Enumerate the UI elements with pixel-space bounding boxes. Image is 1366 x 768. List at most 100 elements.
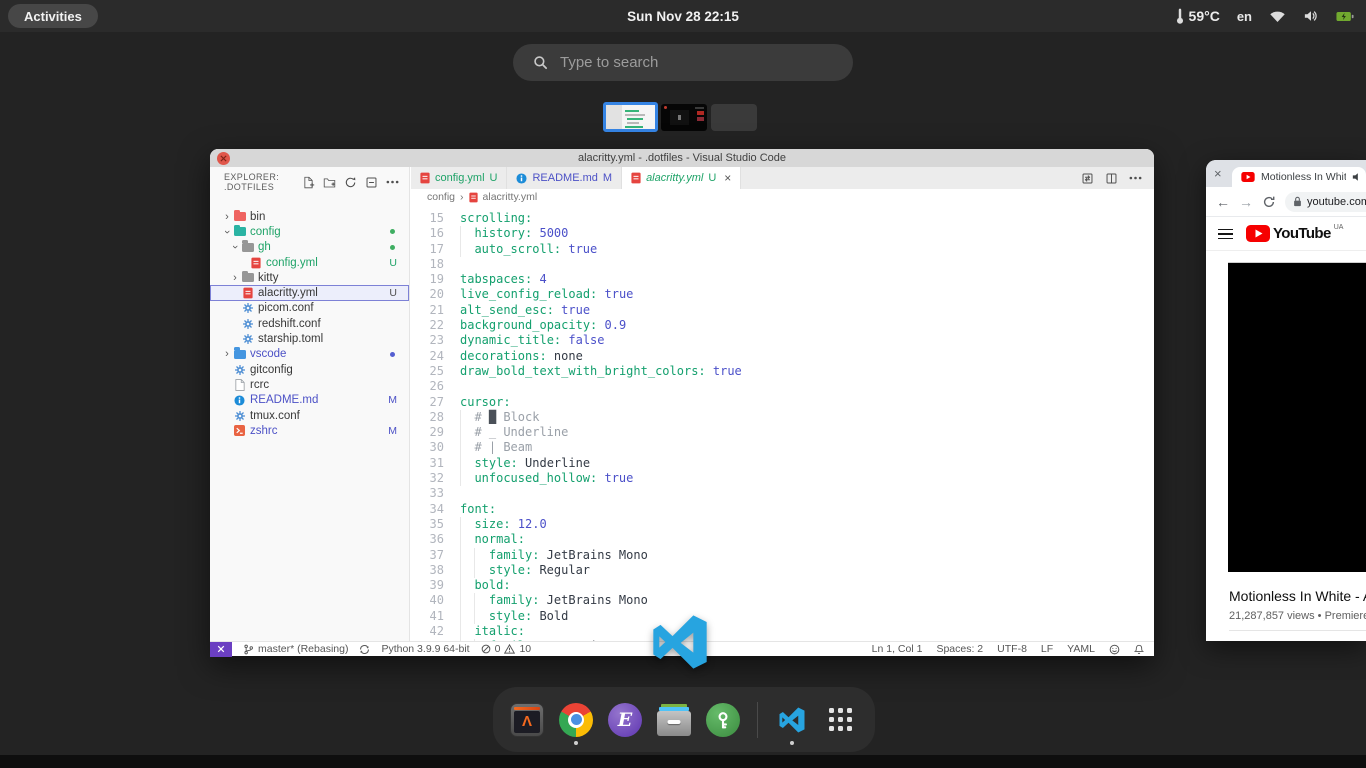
remote-indicator[interactable] [210, 642, 232, 657]
code-line-30[interactable]: 30# | Beam [411, 440, 1154, 455]
battery-charging-icon[interactable] [1336, 11, 1354, 22]
dock-item-alacritty[interactable]: Λ [509, 692, 545, 748]
tree-item-gitconfig[interactable]: gitconfig [210, 362, 409, 377]
editor-tab-config.yml[interactable]: config.ymlU [411, 167, 507, 189]
tree-item-gh[interactable]: ›gh [210, 240, 409, 255]
dock-item-files[interactable] [656, 692, 692, 748]
code-line-36[interactable]: 36normal: [411, 532, 1154, 547]
code-editor[interactable]: 15scrolling:16history: 500017auto_scroll… [411, 205, 1154, 641]
cursor-position[interactable]: Ln 1, Col 1 [872, 643, 923, 655]
breadcrumb-file[interactable]: alacritty.yml [483, 191, 538, 203]
code-line-34[interactable]: 34font: [411, 502, 1154, 517]
refresh-icon[interactable] [344, 176, 357, 189]
workspace-thumbnail-2[interactable] [661, 104, 707, 131]
tree-item-zshrc[interactable]: zshrcM [210, 423, 409, 438]
code-line-15[interactable]: 15scrolling: [411, 211, 1154, 226]
system-tray[interactable]: 59°C en [1176, 0, 1354, 32]
code-line-24[interactable]: 24decorations: none [411, 349, 1154, 364]
tree-item-kitty[interactable]: ›kitty [210, 270, 409, 285]
code-line-20[interactable]: 20live_config_reload: true [411, 287, 1154, 302]
indentation-setting[interactable]: Spaces: 2 [936, 643, 983, 655]
code-line-17[interactable]: 17auto_scroll: true [411, 242, 1154, 257]
code-line-41[interactable]: 41style: Bold [411, 609, 1154, 624]
tree-item-config[interactable]: ›config [210, 224, 409, 239]
youtube-logo[interactable]: YouTube UA [1246, 225, 1343, 243]
tab-audio-icon[interactable] [1352, 172, 1362, 182]
search-input[interactable]: Type to search [513, 44, 853, 81]
code-line-16[interactable]: 16history: 5000 [411, 226, 1154, 241]
dock-item-keepassxc[interactable] [705, 692, 741, 748]
tree-item-README.md[interactable]: README.mdM [210, 393, 409, 408]
editor-tab-alacritty.yml[interactable]: alacritty.ymlU× [622, 167, 741, 189]
tree-item-config.yml[interactable]: config.ymlU [210, 255, 409, 270]
code-line-35[interactable]: 35size: 12.0 [411, 517, 1154, 532]
chevron-right-icon[interactable]: › [222, 212, 232, 222]
vscode-titlebar[interactable]: alacritty.yml - .dotfiles - Visual Studi… [210, 149, 1154, 167]
code-line-42[interactable]: 42italic: [411, 624, 1154, 639]
tree-item-bin[interactable]: ›bin [210, 209, 409, 224]
encoding-setting[interactable]: UTF-8 [997, 643, 1027, 655]
tree-item-rcrc[interactable]: rcrc [210, 377, 409, 392]
reload-button[interactable] [1262, 195, 1276, 209]
code-line-26[interactable]: 26 [411, 379, 1154, 394]
git-branch-status[interactable]: master* (Rebasing) [243, 643, 348, 655]
code-line-23[interactable]: 23dynamic_title: false [411, 333, 1154, 348]
back-button[interactable]: ← [1216, 194, 1230, 210]
video-player[interactable] [1228, 262, 1366, 572]
chevron-right-icon[interactable]: › [230, 273, 240, 283]
code-line-29[interactable]: 29# _ Underline [411, 425, 1154, 440]
address-bar[interactable]: youtube.com/wa [1285, 192, 1366, 212]
background-tab-close-icon[interactable]: × [1214, 166, 1222, 181]
code-line-38[interactable]: 38style: Regular [411, 563, 1154, 578]
breadcrumb[interactable]: config › alacritty.yml [411, 189, 1154, 205]
problems-status[interactable]: 0 10 [481, 643, 532, 655]
window-close-button[interactable] [217, 152, 230, 165]
code-line-39[interactable]: 39bold: [411, 578, 1154, 593]
chevron-down-icon[interactable]: › [230, 242, 240, 252]
new-folder-icon[interactable] [323, 176, 336, 189]
code-line-18[interactable]: 18 [411, 257, 1154, 272]
dock-item-chrome[interactable] [558, 692, 594, 748]
volume-icon[interactable] [1303, 9, 1319, 23]
workspace-thumbnail-active[interactable] [603, 102, 658, 132]
menu-hamburger-icon[interactable] [1218, 229, 1233, 240]
python-interpreter[interactable]: Python 3.9.9 64-bit [381, 643, 469, 655]
language-mode[interactable]: YAML [1067, 643, 1095, 655]
code-line-32[interactable]: 32unfocused_hollow: true [411, 471, 1154, 486]
dock-item-app-grid[interactable] [823, 692, 859, 748]
editor-tab-README.md[interactable]: README.mdM [507, 167, 622, 189]
dock-item-emacs[interactable]: E [607, 692, 643, 748]
eol-setting[interactable]: LF [1041, 643, 1053, 655]
split-editor-icon[interactable] [1105, 172, 1118, 185]
collapse-all-icon[interactable] [365, 176, 378, 189]
tree-item-alacritty.yml[interactable]: alacritty.ymlU [210, 285, 409, 300]
vscode-app-icon-large[interactable] [648, 610, 712, 674]
dock-item-vscode[interactable] [774, 692, 810, 748]
sync-icon[interactable] [359, 644, 370, 655]
code-line-22[interactable]: 22background_opacity: 0.9 [411, 318, 1154, 333]
chevron-right-icon[interactable]: › [222, 349, 232, 359]
code-line-21[interactable]: 21alt_send_esc: true [411, 303, 1154, 318]
notifications-bell-icon[interactable] [1134, 644, 1144, 655]
wifi-icon[interactable] [1269, 9, 1286, 23]
chrome-active-tab[interactable]: Motionless In White - / [1232, 167, 1366, 187]
forward-button[interactable]: → [1239, 194, 1253, 210]
more-icon[interactable] [386, 180, 399, 184]
code-line-33[interactable]: 33 [411, 486, 1154, 501]
tree-item-vscode[interactable]: ›vscode [210, 347, 409, 362]
chevron-down-icon[interactable]: › [222, 227, 232, 237]
code-line-28[interactable]: 28# █ Block [411, 410, 1154, 425]
code-line-27[interactable]: 27cursor: [411, 395, 1154, 410]
breadcrumb-folder[interactable]: config [427, 191, 455, 203]
code-line-19[interactable]: 19tabspaces: 4 [411, 272, 1154, 287]
tree-item-picom.conf[interactable]: picom.conf [210, 301, 409, 316]
code-line-37[interactable]: 37family: JetBrains Mono [411, 548, 1154, 563]
code-line-25[interactable]: 25draw_bold_text_with_bright_colors: tru… [411, 364, 1154, 379]
code-line-31[interactable]: 31style: Underline [411, 456, 1154, 471]
workspace-thumbnail-empty[interactable] [711, 104, 757, 131]
tree-item-tmux.conf[interactable]: tmux.conf [210, 408, 409, 423]
clock[interactable]: Sun Nov 28 22:15 [0, 0, 1366, 32]
tab-close-icon[interactable]: × [724, 171, 731, 185]
new-file-icon[interactable] [302, 176, 315, 189]
keyboard-layout[interactable]: en [1237, 9, 1252, 24]
